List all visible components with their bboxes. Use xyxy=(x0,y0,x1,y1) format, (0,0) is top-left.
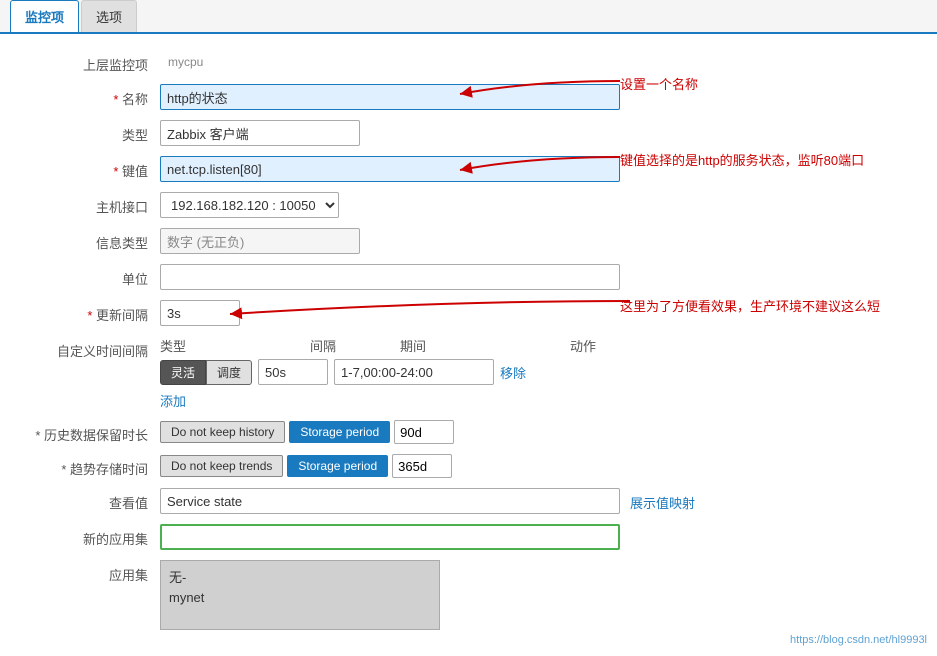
tabs-bar: 监控项 选项 xyxy=(0,0,937,34)
app-list-item-1[interactable]: mynet xyxy=(165,588,435,607)
history-row: * 历史数据保留时长 Do not keep history Storage p… xyxy=(30,420,907,444)
interval-type-flexible[interactable]: 灵活 xyxy=(160,360,206,385)
interval-header-period: 期间 xyxy=(400,336,560,355)
update-label: 更新间隔 xyxy=(30,300,160,324)
custom-interval-label: 自定义时间间隔 xyxy=(30,336,160,360)
app-row: 应用集 无- mynet xyxy=(30,560,907,630)
unit-row: 单位 xyxy=(30,264,907,290)
type-input[interactable] xyxy=(160,120,360,146)
info-type-label: 信息类型 xyxy=(30,228,160,252)
history-value-input[interactable] xyxy=(394,420,454,444)
interval-header-gap: 间隔 xyxy=(310,336,390,355)
key-input[interactable] xyxy=(160,156,620,182)
tab-options[interactable]: 选项 xyxy=(81,0,137,32)
update-arrow xyxy=(190,296,640,331)
new-app-label: 新的应用集 xyxy=(30,524,160,548)
interval-type-toggle: 灵活 调度 xyxy=(160,360,252,385)
update-annotation: 这里为了方便看效果，生产环境不建议这么短 xyxy=(620,296,880,315)
parent-item-row: 上层监控项 mycpu xyxy=(30,50,907,74)
interval-row-1: 灵活 调度 移除 xyxy=(160,359,630,385)
app-list[interactable]: 无- mynet xyxy=(160,560,440,630)
name-row: 名称 设置一个名称 xyxy=(30,84,907,110)
parent-value: mycpu xyxy=(160,50,203,69)
new-app-input[interactable] xyxy=(160,524,620,550)
interval-gap-input[interactable] xyxy=(258,359,328,385)
trend-row: * 趋势存储时间 Do not keep trends Storage peri… xyxy=(30,454,907,478)
custom-interval-row: 自定义时间间隔 类型 间隔 期间 动作 灵活 调度 移除 xyxy=(30,336,907,410)
history-label: * 历史数据保留时长 xyxy=(30,420,160,444)
interval-type-schedule[interactable]: 调度 xyxy=(206,360,252,385)
trend-value-input[interactable] xyxy=(392,454,452,478)
watermark: https://blog.csdn.net/hl9993l xyxy=(790,634,927,646)
custom-interval-container: 类型 间隔 期间 动作 灵活 调度 移除 添加 xyxy=(160,336,630,410)
type-label: 类型 xyxy=(30,120,160,144)
key-label: 键值 xyxy=(30,156,160,180)
unit-label: 单位 xyxy=(30,264,160,288)
new-app-row: 新的应用集 xyxy=(30,524,907,550)
value-map-link[interactable]: 展示值映射 xyxy=(630,488,695,512)
info-type-input xyxy=(160,228,360,254)
interval-add-link[interactable]: 添加 xyxy=(160,394,186,409)
interface-row: 主机接口 192.168.182.120 : 10050 xyxy=(30,192,907,218)
trend-storage-btn[interactable]: Storage period xyxy=(287,455,388,477)
tab-config[interactable]: 监控项 xyxy=(10,0,79,32)
type-row: 类型 xyxy=(30,120,907,146)
interval-add-container: 添加 xyxy=(160,391,630,410)
interval-remove-link[interactable]: 移除 xyxy=(500,363,526,382)
name-annotation: 设置一个名称 xyxy=(620,74,698,93)
interval-header-action: 动作 xyxy=(570,336,630,355)
unit-input[interactable] xyxy=(160,264,620,290)
trend-storage-row: Do not keep trends Storage period xyxy=(160,454,452,478)
key-row: 键值 键值选择的是http的服务状态，监听80端口 xyxy=(30,156,907,182)
update-input[interactable] xyxy=(160,300,240,326)
value-map-label: 查看值 xyxy=(30,488,160,512)
interval-header-type: 类型 xyxy=(160,336,300,355)
value-map-input[interactable] xyxy=(160,488,620,514)
interface-select[interactable]: 192.168.182.120 : 10050 xyxy=(160,192,339,218)
trend-no-keep-btn[interactable]: Do not keep trends xyxy=(160,455,283,477)
app-list-item-0[interactable]: 无- xyxy=(165,565,435,588)
trend-label: * 趋势存储时间 xyxy=(30,454,160,478)
interface-label: 主机接口 xyxy=(30,192,160,216)
value-map-row: 查看值 展示值映射 xyxy=(30,488,907,514)
update-row: 更新间隔 这里为了方便看效果，生产环境不建议这么短 xyxy=(30,300,907,326)
key-annotation: 键值选择的是http的服务状态，监听80端口 xyxy=(620,150,864,169)
history-no-keep-btn[interactable]: Do not keep history xyxy=(160,421,285,443)
parent-label: 上层监控项 xyxy=(30,50,160,74)
app-label: 应用集 xyxy=(30,560,160,584)
history-storage-btn[interactable]: Storage period xyxy=(289,421,390,443)
info-type-row: 信息类型 xyxy=(30,228,907,254)
name-input[interactable] xyxy=(160,84,620,110)
interval-header: 类型 间隔 期间 动作 xyxy=(160,336,630,355)
name-label: 名称 xyxy=(30,84,160,108)
form-container: 上层监控项 mycpu 名称 设置一个名称 类型 键值 键值选择的是http的服… xyxy=(0,34,937,656)
interval-period-input[interactable] xyxy=(334,359,494,385)
history-storage-row: Do not keep history Storage period xyxy=(160,420,454,444)
